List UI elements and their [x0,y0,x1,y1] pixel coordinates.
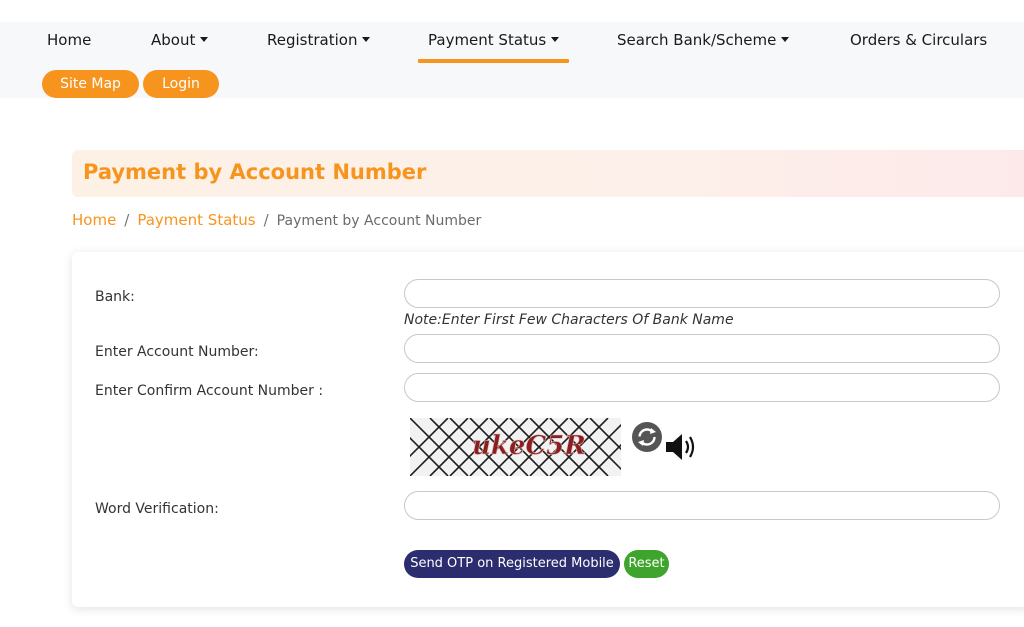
nav-item-search-bank-scheme[interactable]: Search Bank/Scheme [617,31,790,49]
word-verification-label: Word Verification: [95,501,219,517]
breadcrumb-payment-status-link[interactable]: Payment Status [137,211,255,229]
page-title-banner: Payment by Account Number [72,150,1024,197]
nav-item-label: Payment Status [428,31,547,49]
chevron-down-icon [362,37,371,42]
chevron-down-icon [200,37,209,42]
nav-item-label: Search Bank/Scheme [617,31,777,49]
bank-note: Note:Enter First Few Characters Of Bank … [404,312,734,328]
page-title: Payment by Account Number [83,160,427,184]
nav-item-label: Registration [267,31,358,49]
nav-item-payment-status[interactable]: Payment Status [428,31,560,49]
top-navigation-bar: Home About Registration Payment Status S… [0,22,1024,98]
breadcrumb-current: Payment by Account Number [276,213,482,229]
login-button[interactable]: Login [143,70,219,98]
nav-item-about[interactable]: About [151,31,209,49]
main-nav: Home About Registration Payment Status S… [0,22,1024,64]
payment-form-card: Bank: Note:Enter First Few Characters Of… [72,252,1024,607]
nav-item-registration[interactable]: Registration [267,31,371,49]
breadcrumb-home-link[interactable]: Home [72,211,116,229]
account-number-label: Enter Account Number: [95,344,259,360]
word-verification-input[interactable] [404,491,1000,520]
confirm-account-number-label: Enter Confirm Account Number : [95,383,324,399]
reset-button[interactable]: Reset [624,550,669,578]
refresh-captcha-button[interactable] [632,422,662,452]
captcha-image: ukeC5R [410,418,621,476]
breadcrumb-separator: / [124,211,130,229]
bank-label: Bank: [95,289,135,305]
chevron-down-icon [551,37,560,42]
bank-input[interactable] [404,279,1000,308]
nav-item-label: About [151,31,196,49]
chevron-down-icon [781,37,790,42]
confirm-account-number-input[interactable] [404,373,1000,402]
nav-item-label: Orders & Circulars [850,31,988,49]
breadcrumb-separator: / [263,211,269,229]
site-map-button[interactable]: Site Map [42,70,139,98]
send-otp-button[interactable]: Send OTP on Registered Mobile No [404,550,620,599]
account-number-input[interactable] [404,334,1000,363]
nav-active-indicator [418,59,569,63]
nav-item-home[interactable]: Home [47,31,91,49]
speaker-icon [666,434,695,460]
captcha-text: ukeC5R [472,431,586,461]
nav-item-orders-circulars[interactable]: Orders & Circulars [850,31,987,49]
audio-captcha-button[interactable] [664,430,702,464]
refresh-captcha-icon [638,428,656,446]
breadcrumb: Home / Payment Status / Payment by Account N… [72,211,481,229]
nav-item-label: Home [47,31,92,49]
